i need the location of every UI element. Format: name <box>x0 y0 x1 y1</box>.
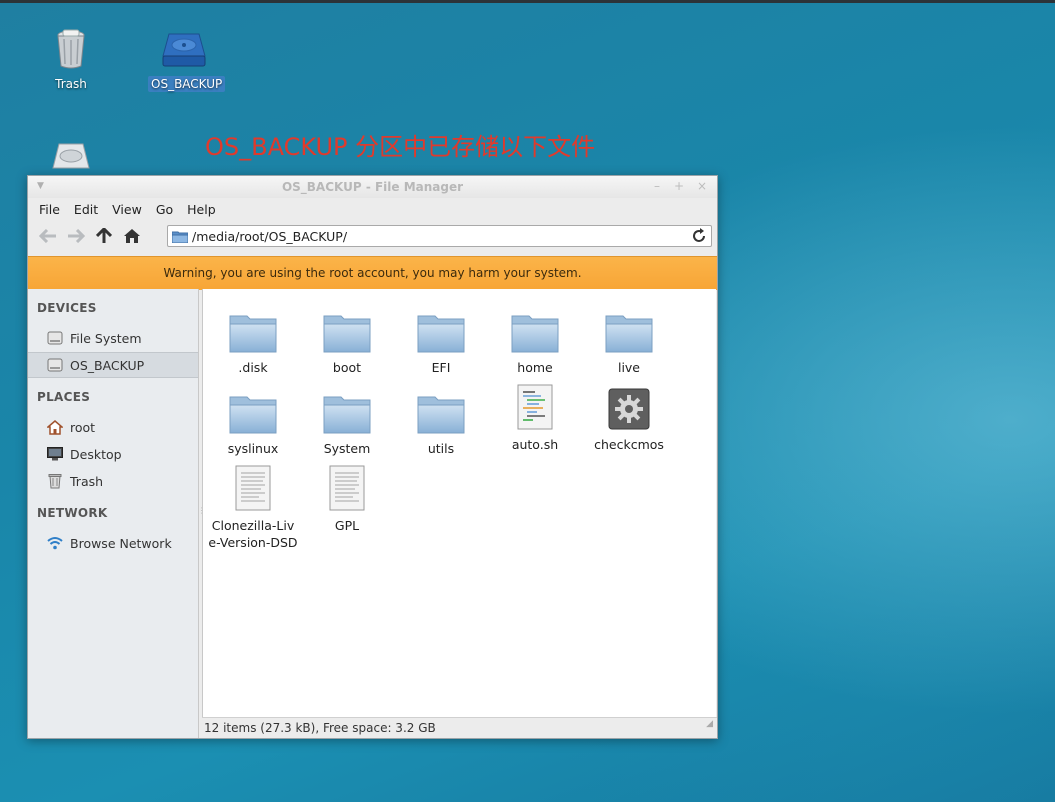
drive-icon <box>46 329 64 347</box>
file-item-boot[interactable]: boot <box>300 305 394 376</box>
up-button[interactable] <box>90 223 118 249</box>
close-button[interactable]: × <box>695 179 709 193</box>
file-item-home[interactable]: home <box>488 305 582 376</box>
file-name: syslinux <box>227 441 279 456</box>
sidebar-item-label: File System <box>70 330 142 346</box>
menu-file[interactable]: File <box>32 202 67 217</box>
sidebar-item-browse-network[interactable]: Browse Network <box>28 530 198 556</box>
sidebar: DEVICES File System OS_BACKUP PLACES roo… <box>28 289 199 738</box>
location-bar[interactable] <box>167 225 712 247</box>
sidebar-section-places: PLACES <box>37 390 91 404</box>
file-name: checkcmos <box>594 437 664 452</box>
file-item-utils[interactable]: utils <box>394 386 488 457</box>
window-title: OS_BACKUP - File Manager <box>281 180 464 194</box>
arrow-right-icon <box>68 229 85 243</box>
file-name: Clonezilla-Live-Version-DSD <box>208 518 298 550</box>
folder-icon <box>323 396 371 434</box>
file-name: boot <box>332 360 362 375</box>
file-item-system[interactable]: System <box>300 386 394 457</box>
sidebar-item-file-system[interactable]: File System <box>28 325 198 351</box>
file-name: auto.sh <box>511 437 559 452</box>
wifi-icon <box>46 534 64 552</box>
trash-icon <box>46 472 64 490</box>
text-file-icon <box>235 465 271 511</box>
sidebar-item-label: OS_BACKUP <box>70 357 145 373</box>
folder-icon <box>511 315 559 353</box>
desktop-icon-trash[interactable]: Trash <box>36 26 106 92</box>
menu-go[interactable]: Go <box>149 202 180 217</box>
text-file-icon <box>329 465 365 511</box>
trash-icon <box>49 26 93 70</box>
file-item-disk[interactable]: .disk <box>206 305 300 376</box>
folder-icon <box>172 231 188 243</box>
reload-icon[interactable] <box>691 228 707 244</box>
desktop-icon-label: Trash <box>55 77 87 91</box>
file-name: .disk <box>238 360 268 375</box>
home-icon <box>46 418 64 436</box>
maximize-button[interactable]: + <box>672 179 686 193</box>
sidebar-item-label: Desktop <box>70 446 122 462</box>
file-name: GPL <box>334 518 360 533</box>
forward-button[interactable] <box>62 223 90 249</box>
resize-grip-icon[interactable]: ◢ <box>706 714 713 735</box>
annotation-headline: OS_BACKUP 分区中已存储以下文件 <box>205 133 596 161</box>
menu-bar: File Edit View Go Help <box>28 198 717 220</box>
drive-icon <box>46 356 64 374</box>
drive-icon <box>161 26 206 70</box>
file-view[interactable]: .disk boot EFI home live syslinux System <box>202 289 716 717</box>
file-item-live[interactable]: live <box>582 305 676 376</box>
root-warning-banner: Warning, you are using the root account,… <box>28 256 717 290</box>
file-item-checkcmos[interactable]: checkcmos <box>582 382 676 453</box>
desktop-icon-os-backup[interactable]: OS_BACKUP <box>148 26 226 92</box>
title-bar[interactable]: ▼ OS_BACKUP - File Manager – + × <box>28 176 717 198</box>
top-panel <box>0 0 1055 3</box>
status-text: 12 items (27.3 kB), Free space: 3.2 GB <box>204 721 436 735</box>
folder-icon <box>605 315 653 353</box>
sidebar-item-label: Browse Network <box>70 535 172 551</box>
arrow-up-icon <box>96 228 112 243</box>
sidebar-section-network: NETWORK <box>37 506 108 520</box>
back-button[interactable] <box>34 223 62 249</box>
desktop-icon-label: OS_BACKUP <box>148 76 226 92</box>
menu-help[interactable]: Help <box>180 202 223 217</box>
file-manager-window[interactable]: ▼ OS_BACKUP - File Manager – + × File Ed… <box>27 175 718 739</box>
folder-icon <box>323 315 371 353</box>
minimize-button[interactable]: – <box>650 179 664 193</box>
location-input[interactable] <box>190 228 684 245</box>
status-bar: 12 items (27.3 kB), Free space: 3.2 GB ◢ <box>202 717 717 738</box>
script-file-icon <box>517 384 553 430</box>
file-name: home <box>517 360 553 375</box>
file-item-clonezilla-live-version-dsd[interactable]: Clonezilla-Live-Version-DSD <box>206 463 300 551</box>
sidebar-item-trash[interactable]: Trash <box>28 468 198 494</box>
folder-icon <box>229 315 277 353</box>
file-item-syslinux[interactable]: syslinux <box>206 386 300 457</box>
file-name: live <box>617 360 641 375</box>
home-button[interactable] <box>118 223 146 249</box>
file-item-auto-sh[interactable]: auto.sh <box>488 382 582 453</box>
sidebar-item-label: Trash <box>70 473 104 489</box>
menu-view[interactable]: View <box>105 202 149 217</box>
file-item-efi[interactable]: EFI <box>394 305 488 376</box>
folder-icon <box>417 396 465 434</box>
arrow-left-icon <box>39 229 56 243</box>
file-name: utils <box>427 441 455 456</box>
file-name: System <box>323 441 371 456</box>
sidebar-item-desktop[interactable]: Desktop <box>28 441 198 467</box>
sidebar-item-root[interactable]: root <box>28 414 198 440</box>
sidebar-item-label: root <box>70 419 96 435</box>
sidebar-section-devices: DEVICES <box>37 301 97 315</box>
desktop-icon <box>46 445 64 463</box>
sidebar-item-os-backup[interactable]: OS_BACKUP <box>28 352 198 378</box>
menu-edit[interactable]: Edit <box>67 202 105 217</box>
home-icon <box>124 229 140 243</box>
folder-icon <box>417 315 465 353</box>
folder-icon <box>229 396 277 434</box>
file-item-gpl[interactable]: GPL <box>300 463 394 534</box>
gear-icon <box>608 388 650 430</box>
file-name: EFI <box>431 360 451 375</box>
